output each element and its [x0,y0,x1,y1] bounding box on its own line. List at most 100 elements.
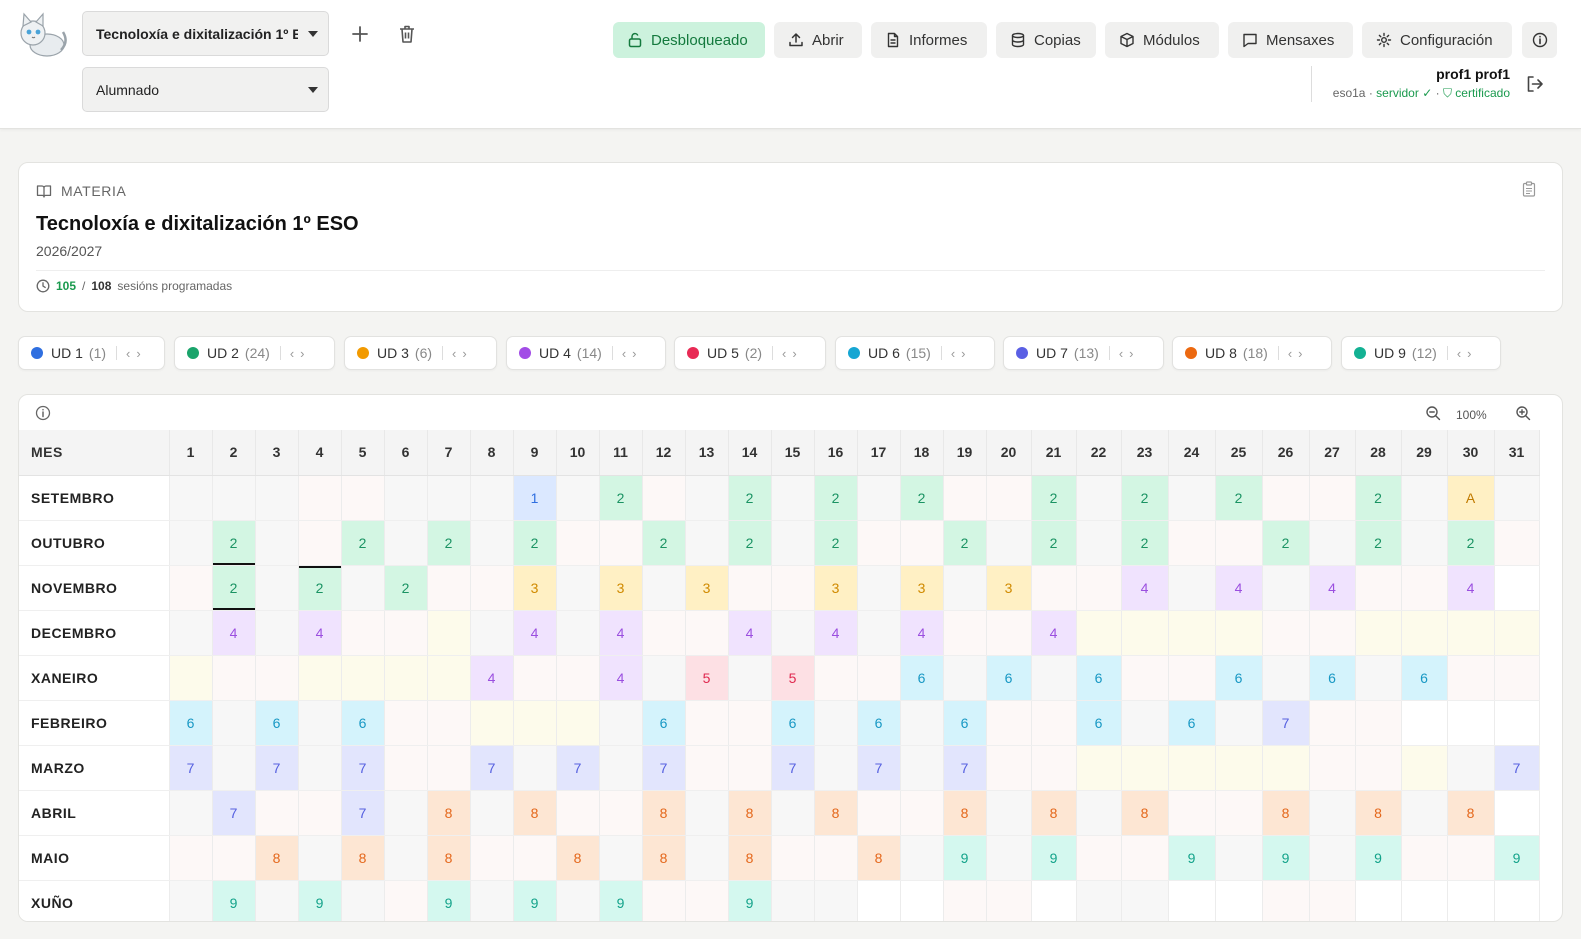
session-cell[interactable]: 2 [384,565,428,611]
day-cell[interactable] [1262,565,1310,611]
day-cell[interactable] [728,700,772,746]
session-cell[interactable]: 2 [814,475,858,521]
day-cell[interactable] [814,745,858,791]
day-cell[interactable] [685,745,729,791]
day-cell[interactable] [943,880,987,921]
day-cell[interactable] [1262,610,1310,656]
day-cell[interactable] [1494,520,1540,566]
chevron-right-icon[interactable]: › [1295,346,1305,361]
day-cell[interactable] [298,700,342,746]
day-cell[interactable] [900,745,944,791]
day-cell[interactable] [513,745,557,791]
day-cell[interactable] [1031,700,1077,746]
day-cell[interactable] [1168,520,1216,566]
unit-chip-9[interactable]: UD 9 (12) ‹ › [1341,336,1501,370]
session-cell[interactable]: 8 [341,835,385,881]
day-cell[interactable] [169,565,213,611]
day-cell[interactable] [1401,835,1448,881]
session-cell[interactable]: 2 [1355,475,1402,521]
day-cell[interactable] [427,700,471,746]
session-cell[interactable]: 4 [212,610,256,656]
session-cell[interactable]: 4 [1121,565,1169,611]
session-cell[interactable]: 3 [599,565,643,611]
session-cell[interactable]: 9 [427,880,471,921]
day-cell[interactable] [384,700,428,746]
session-cell[interactable]: 2 [943,520,987,566]
chevron-right-icon[interactable]: › [1126,346,1136,361]
day-cell[interactable] [599,835,643,881]
session-cell[interactable]: 7 [771,745,815,791]
zoom-out-button[interactable] [1425,405,1445,425]
day-cell[interactable] [943,610,987,656]
unit-chip-8[interactable]: UD 8 (18) ‹ › [1172,336,1332,370]
day-cell[interactable] [212,745,256,791]
backups-button[interactable]: Copias [996,22,1096,58]
day-cell[interactable] [814,655,858,701]
session-cell[interactable]: 8 [642,835,686,881]
day-cell[interactable] [513,655,557,701]
unit-chip-1[interactable]: UD 1 (1) ‹ › [18,336,165,370]
session-cell[interactable]: 2 [1215,475,1263,521]
day-cell[interactable] [1262,745,1310,791]
chevron-right-icon[interactable]: › [789,346,799,361]
day-cell[interactable] [1121,880,1169,921]
session-cell[interactable]: 4 [728,610,772,656]
day-cell[interactable] [298,835,342,881]
day-cell[interactable] [341,610,385,656]
session-cell[interactable]: 6 [943,700,987,746]
session-cell[interactable]: 9 [1355,835,1402,881]
day-cell[interactable] [255,475,299,521]
session-cell[interactable]: 7 [212,790,256,836]
day-cell[interactable] [1494,475,1540,521]
unit-chip-6[interactable]: UD 6 (15) ‹ › [835,336,995,370]
day-cell[interactable] [513,835,557,881]
day-cell[interactable] [1262,655,1310,701]
session-cell[interactable]: 4 [900,610,944,656]
session-cell[interactable]: 2 [1121,520,1169,566]
day-cell[interactable] [1168,565,1216,611]
session-cell[interactable]: 7 [943,745,987,791]
session-cell[interactable]: 7 [470,745,514,791]
chevron-left-icon[interactable]: ‹ [619,346,629,361]
day-cell[interactable] [728,655,772,701]
day-cell[interactable] [814,880,858,921]
session-cell[interactable]: 2 [642,520,686,566]
session-cell[interactable]: 2 [1447,520,1495,566]
chevron-right-icon[interactable]: › [958,346,968,361]
day-cell[interactable] [1355,565,1402,611]
day-cell[interactable] [685,880,729,921]
day-cell[interactable] [1355,700,1402,746]
day-cell[interactable] [986,610,1032,656]
day-cell[interactable] [1076,880,1122,921]
day-cell[interactable] [341,565,385,611]
day-cell[interactable] [427,565,471,611]
day-cell[interactable] [1401,610,1448,656]
chevron-left-icon[interactable]: ‹ [287,346,297,361]
day-cell[interactable] [1121,835,1169,881]
day-cell[interactable] [1076,610,1122,656]
day-cell[interactable] [1309,700,1356,746]
session-cell[interactable]: 2 [341,520,385,566]
add-subject-button[interactable] [346,20,374,48]
session-cell[interactable]: 9 [212,880,256,921]
day-cell[interactable] [728,565,772,611]
day-cell[interactable] [1309,790,1356,836]
session-cell[interactable]: 7 [169,745,213,791]
session-cell[interactable]: 8 [728,835,772,881]
day-cell[interactable] [384,655,428,701]
day-cell[interactable] [255,520,299,566]
day-cell[interactable] [1401,475,1448,521]
session-cell[interactable]: 7 [857,745,901,791]
day-cell[interactable] [298,790,342,836]
session-cell[interactable]: 2 [298,565,342,611]
day-cell[interactable] [427,655,471,701]
chevron-right-icon[interactable]: › [1464,346,1474,361]
session-cell[interactable]: 6 [1168,700,1216,746]
day-cell[interactable] [556,655,600,701]
day-cell[interactable] [384,835,428,881]
session-cell[interactable]: 2 [513,520,557,566]
day-cell[interactable] [255,565,299,611]
chevron-left-icon[interactable]: ‹ [1116,346,1126,361]
chevron-right-icon[interactable]: › [297,346,307,361]
session-cell[interactable]: 9 [513,880,557,921]
